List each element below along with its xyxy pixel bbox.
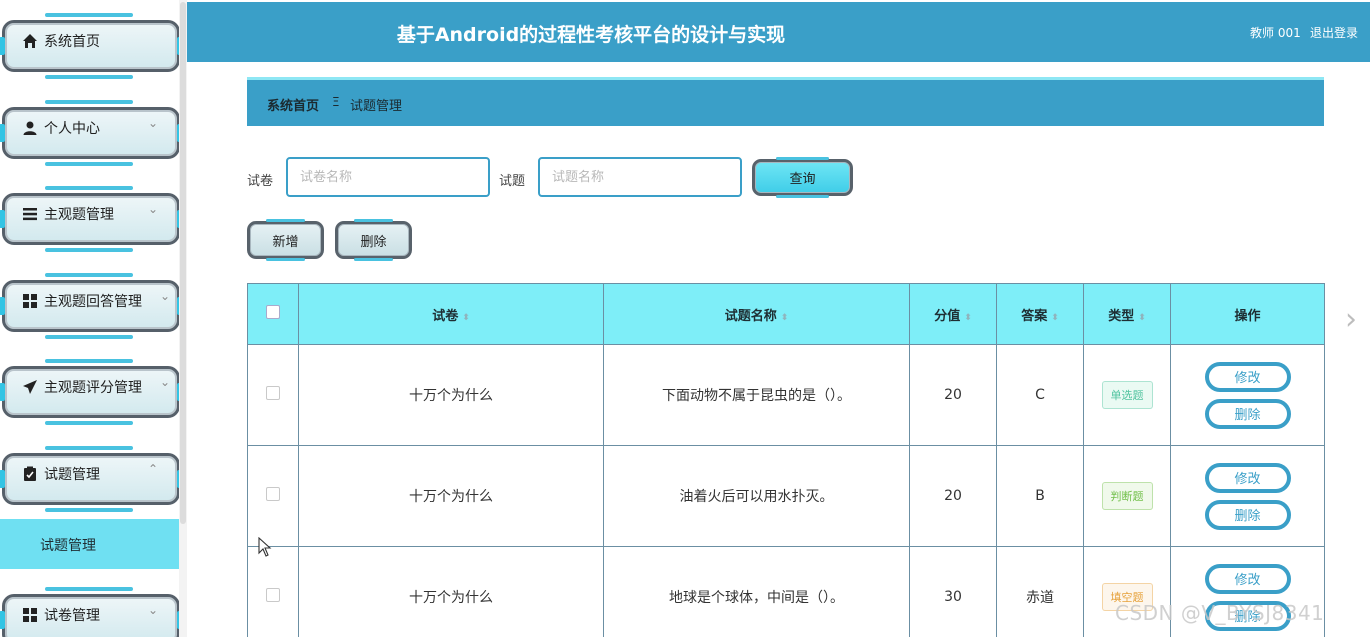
sidebar-item-paper-management[interactable]: 试卷管理 ⌄ xyxy=(0,587,183,637)
question-search-input[interactable] xyxy=(538,157,742,197)
sidebar-item-label: 主观题评分管理 xyxy=(44,380,142,396)
edit-button[interactable]: 修改 xyxy=(1204,462,1291,493)
sort-icon[interactable]: ⬍ xyxy=(1138,313,1146,323)
sidebar-item-label: 试卷管理 xyxy=(44,608,100,624)
select-all-cell xyxy=(247,283,299,345)
app-title: 基于Android的过程性考核平台的设计与实现 xyxy=(396,24,786,46)
cell-paper: 十万个为什么 xyxy=(298,445,604,547)
sidebar-item-subjective-questions[interactable]: 主观题管理 ⌄ xyxy=(0,186,183,252)
sidebar-item-label: 主观题回答管理 xyxy=(44,294,142,310)
type-badge: 单选题 xyxy=(1101,381,1153,409)
cell-question: 油着火后可以用水扑灭。 xyxy=(603,445,910,547)
watermark: CSDN @V_BYSJ8341 xyxy=(1115,601,1325,625)
home-icon xyxy=(23,34,37,48)
paper-plane-icon xyxy=(23,380,37,394)
cell-score: 20 xyxy=(909,445,997,547)
cell-answer: C xyxy=(996,344,1084,446)
sidebar-item-label: 试题管理 xyxy=(44,467,100,483)
table-row: 十万个为什么 油着火后可以用水扑灭。 20 B 判断题 修改 删除 xyxy=(247,445,1325,547)
list-icon xyxy=(23,208,37,221)
sort-icon[interactable]: ⬍ xyxy=(1051,313,1059,323)
logout-link[interactable]: 退出登录 xyxy=(1310,24,1358,41)
row-checkbox[interactable] xyxy=(266,487,280,501)
row-checkbox[interactable] xyxy=(266,386,280,400)
sort-icon[interactable]: ⬍ xyxy=(462,313,470,323)
chevron-down-icon: ⌄ xyxy=(160,375,171,389)
breadcrumb-home[interactable]: 系统首页 xyxy=(267,95,319,114)
sidebar-subitem-label: 试题管理 xyxy=(40,538,96,554)
sidebar-item-personal-center[interactable]: 个人中心 ⌄ xyxy=(0,100,183,166)
grid-icon xyxy=(23,294,37,308)
paper-search-input[interactable] xyxy=(286,157,490,197)
chevron-down-icon: ⌄ xyxy=(148,202,159,216)
cell-paper: 十万个为什么 xyxy=(298,546,604,637)
select-all-checkbox[interactable] xyxy=(266,305,280,319)
add-button[interactable]: 新增 xyxy=(247,219,324,261)
delete-button[interactable]: 删除 xyxy=(1204,499,1291,530)
batch-delete-button[interactable]: 删除 xyxy=(335,219,412,261)
column-header-type[interactable]: 类型 ⬍ xyxy=(1083,283,1171,345)
edit-button[interactable]: 修改 xyxy=(1204,361,1291,392)
cell-paper: 十万个为什么 xyxy=(298,344,604,446)
type-badge: 判断题 xyxy=(1101,482,1153,510)
column-header-question[interactable]: 试题名称 ⬍ xyxy=(603,283,910,345)
cell-score: 30 xyxy=(909,546,997,637)
sidebar-item-label: 个人中心 xyxy=(44,121,100,137)
chevron-down-icon: ⌄ xyxy=(148,116,159,130)
grid-icon xyxy=(23,608,37,622)
column-header-paper[interactable]: 试卷 ⬍ xyxy=(298,283,604,345)
sort-icon[interactable]: ⬍ xyxy=(781,313,789,323)
chevron-down-icon: ⌄ xyxy=(160,289,171,303)
sidebar-item-question-management[interactable]: 试题管理 ⌃ xyxy=(0,446,183,512)
sidebar-item-subjective-answers[interactable]: 主观题回答管理 ⌄ xyxy=(0,273,183,339)
cell-question: 地球是个球体，中间是（）。 xyxy=(603,546,910,637)
question-label: 试题 xyxy=(499,174,526,189)
question-table: 试卷 ⬍ 试题名称 ⬍ 分值 ⬍ 答案 ⬍ 类型 ⬍ 操作 十万个为什么 下面动物不属于昆… xyxy=(247,283,1325,637)
breadcrumb-separator-icon: Ξ xyxy=(332,95,340,109)
column-header-answer[interactable]: 答案 ⬍ xyxy=(996,283,1084,345)
sidebar-item-home[interactable]: 系统首页 xyxy=(0,13,183,79)
sidebar-item-label: 主观题管理 xyxy=(44,207,114,223)
sort-icon[interactable]: ⬍ xyxy=(964,313,972,323)
sidebar-scrollbar[interactable] xyxy=(179,0,187,637)
delete-button[interactable]: 删除 xyxy=(1204,398,1291,429)
chevron-up-icon: ⌃ xyxy=(148,462,159,476)
cell-answer: B xyxy=(996,445,1084,547)
table-header-row: 试卷 ⬍ 试题名称 ⬍ 分值 ⬍ 答案 ⬍ 类型 ⬍ 操作 xyxy=(247,283,1325,345)
sidebar: 系统首页 个人中心 ⌄ 主观题管理 ⌄ 主观题回答管理 ⌄ 主观题评分管理 ⌄ … xyxy=(0,0,187,637)
breadcrumb: 系统首页 Ξ 试题管理 xyxy=(247,77,1324,126)
cell-answer: 赤道 xyxy=(996,546,1084,637)
cell-score: 20 xyxy=(909,344,997,446)
mouse-cursor-icon xyxy=(258,537,272,557)
column-header-ops: 操作 xyxy=(1170,283,1325,345)
breadcrumb-current: 试题管理 xyxy=(350,99,403,114)
table-row: 十万个为什么 下面动物不属于昆虫的是（）。 20 C 单选题 修改 删除 xyxy=(247,344,1325,446)
paper-label: 试卷 xyxy=(247,174,274,189)
user-name: 教师 001 xyxy=(1250,26,1301,40)
chevron-right-icon[interactable]: › xyxy=(1345,302,1357,337)
sidebar-item-subjective-scoring[interactable]: 主观题评分管理 ⌄ xyxy=(0,359,183,425)
row-checkbox[interactable] xyxy=(266,588,280,602)
column-header-score[interactable]: 分值 ⬍ xyxy=(909,283,997,345)
clipboard-icon xyxy=(24,466,36,481)
query-button[interactable]: 查询 xyxy=(752,157,853,198)
user-icon xyxy=(23,121,37,135)
edit-button[interactable]: 修改 xyxy=(1204,563,1291,594)
sidebar-item-label: 系统首页 xyxy=(44,34,100,50)
top-header: 基于Android的过程性考核平台的设计与实现 教师 001 退出登录 xyxy=(187,2,1370,62)
cell-question: 下面动物不属于昆虫的是（）。 xyxy=(603,344,910,446)
chevron-down-icon: ⌄ xyxy=(148,603,159,617)
sidebar-subitem-question-management[interactable]: 试题管理 xyxy=(0,519,187,569)
